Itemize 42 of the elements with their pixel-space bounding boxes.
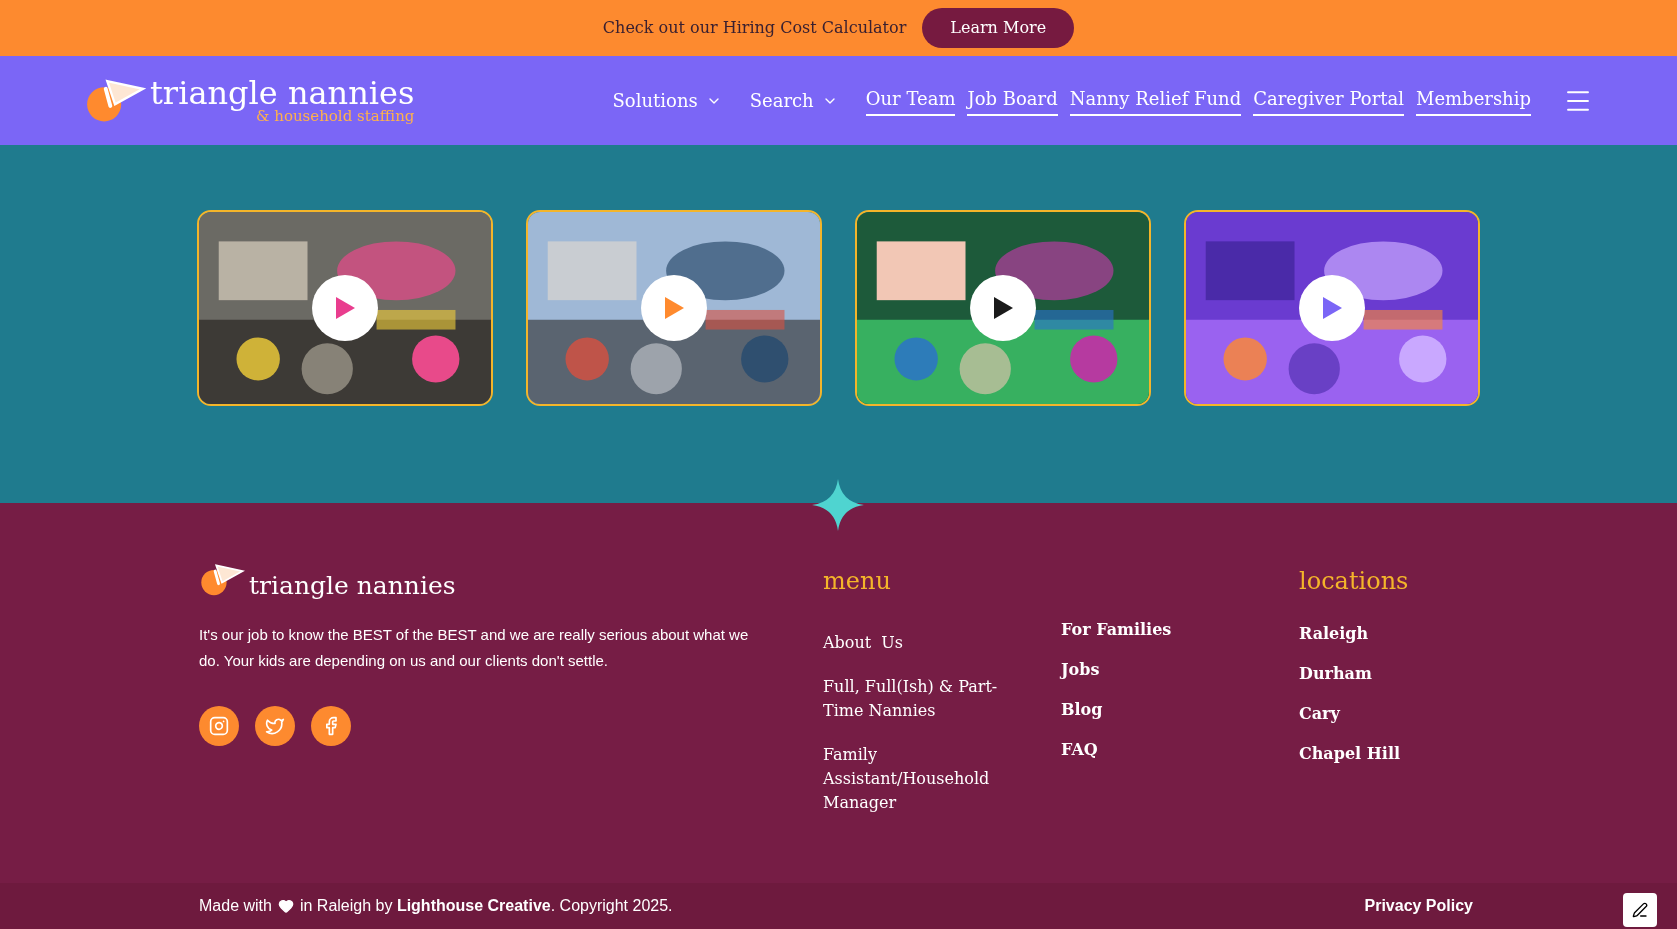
instagram-icon[interactable] <box>199 705 239 746</box>
location-link[interactable]: Durham <box>1299 663 1409 685</box>
facebook-icon[interactable] <box>311 705 351 746</box>
footer-menu-link[interactable]: FAQ <box>1061 739 1172 761</box>
sparkle-icon <box>812 479 864 531</box>
logo-icon <box>199 563 245 598</box>
nav-dropdown[interactable]: Search <box>749 87 838 114</box>
privacy-policy-link[interactable]: Privacy Policy <box>1364 894 1473 918</box>
made-with-text: Made with <box>199 896 272 916</box>
footer-menu-link[interactable]: Jobs <box>1061 659 1172 681</box>
footer-menu-link[interactable]: Full, Full(Ish) & Part-Time Nannies <box>823 675 1008 723</box>
play-icon <box>334 296 356 320</box>
learn-more-button[interactable]: Learn More <box>922 8 1075 48</box>
pen-icon <box>1632 902 1648 918</box>
location-link[interactable]: Cary <box>1299 703 1409 725</box>
play-icon <box>1321 296 1343 320</box>
credit-text: in Raleigh by Lighthouse Creative. Copyright 2025. <box>299 896 673 916</box>
footer-logo-text: triangle nannies <box>249 572 456 598</box>
nav-link[interactable]: Job Board <box>967 85 1058 116</box>
announcement-text: Check out our Hiring Cost Calculator <box>602 17 907 39</box>
nav-link[interactable]: Membership <box>1415 85 1531 116</box>
heart-icon <box>277 898 294 914</box>
logo-text: triangle nannies <box>150 77 415 109</box>
location-link[interactable]: Chapel Hill <box>1299 743 1409 765</box>
logo-icon <box>84 77 146 124</box>
play-icon <box>992 296 1014 320</box>
nav-link[interactable]: Our Team <box>865 85 956 116</box>
locations-heading: locations <box>1299 566 1409 597</box>
nav-link[interactable]: Caregiver Portal <box>1253 85 1404 116</box>
menu-heading: menu <box>823 566 892 597</box>
logo-tagline: & household staffing <box>256 109 415 124</box>
play-icon <box>663 296 685 320</box>
location-link[interactable]: Raleigh <box>1299 623 1409 645</box>
footer-menu-link[interactable]: About Us <box>823 631 1008 655</box>
footer-menu-link[interactable]: Family Assistant/Household Manager <box>823 743 1008 815</box>
nav-dropdown[interactable]: Solutions <box>612 87 722 114</box>
edit-button[interactable] <box>1623 893 1657 927</box>
footer-menu-link[interactable]: Blog <box>1061 699 1172 721</box>
nav-link[interactable]: Nanny Relief Fund <box>1069 85 1242 116</box>
twitter-icon[interactable] <box>255 705 295 746</box>
footer-menu-link[interactable]: For Families <box>1061 619 1172 641</box>
about-text: It's our job to know the BEST of the BEST and we are really serious about what we do. Your kids are depending on us and our clients don't settle. <box>199 624 750 671</box>
